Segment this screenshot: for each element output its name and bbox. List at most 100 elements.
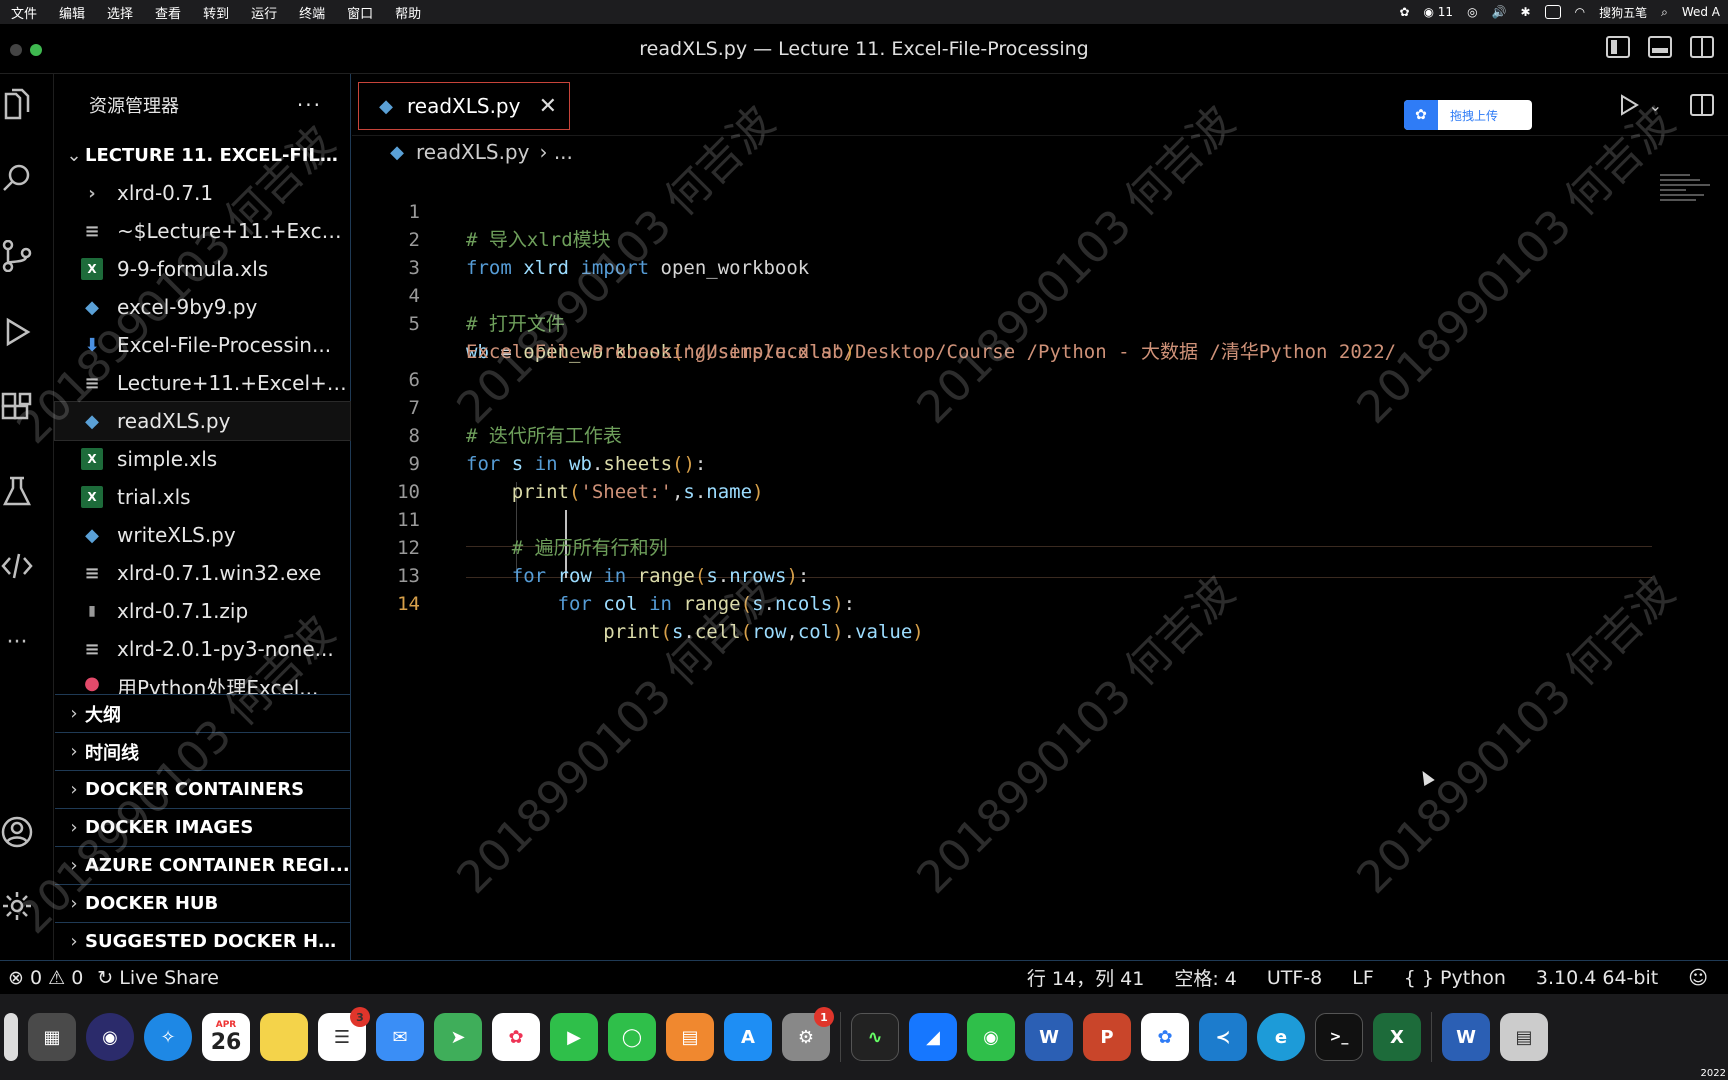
baidu-netdisk-icon[interactable]: ✿ bbox=[1399, 5, 1409, 19]
spotlight-icon[interactable]: ⌕ bbox=[1661, 5, 1668, 20]
tree-file[interactable]: ◆ writeXLS.py bbox=[55, 516, 350, 554]
menu-run[interactable]: 运行 bbox=[240, 3, 288, 22]
tree-file[interactable]: X trial.xls bbox=[55, 478, 350, 516]
run-dropdown-chevron-icon[interactable]: ⌄ bbox=[1649, 96, 1662, 115]
menu-file[interactable]: 文件 bbox=[0, 3, 48, 22]
wifi-icon[interactable]: ◠ bbox=[1575, 5, 1585, 19]
activity-monitor-icon[interactable]: ∿ bbox=[851, 1013, 899, 1061]
bluetooth-icon[interactable]: ✱ bbox=[1521, 5, 1531, 19]
excel-icon[interactable]: X bbox=[1373, 1013, 1421, 1061]
docker-containers-panel-header[interactable]: › DOCKER CONTAINERS bbox=[55, 770, 350, 808]
tree-file[interactable]: ≡ ~$Lecture+11.+Excel... bbox=[55, 212, 350, 250]
run-debug-icon[interactable] bbox=[0, 314, 34, 350]
explorer-icon[interactable] bbox=[0, 86, 34, 122]
testing-icon[interactable] bbox=[0, 474, 34, 510]
search-icon[interactable] bbox=[0, 160, 34, 196]
encoding[interactable]: UTF-8 bbox=[1267, 967, 1322, 989]
launchpad-icon[interactable]: ▦ bbox=[28, 1013, 76, 1061]
tree-file[interactable]: ≡ xlrd-0.7.1.win32.exe bbox=[55, 554, 350, 592]
more-views-icon[interactable]: ··· bbox=[0, 624, 34, 660]
wechat-dock-icon[interactable]: ◉ bbox=[967, 1013, 1015, 1061]
edge-icon[interactable]: e bbox=[1257, 1013, 1305, 1061]
tree-file[interactable]: ▮ xlrd-0.7.1.zip bbox=[55, 592, 350, 630]
suggested-docker-hub-panel-header[interactable]: › SUGGESTED DOCKER HU... bbox=[55, 922, 350, 960]
menu-selection[interactable]: 选择 bbox=[96, 3, 144, 22]
word-document-icon[interactable]: W bbox=[1442, 1013, 1490, 1061]
toggle-sidebar-icon[interactable] bbox=[1606, 36, 1630, 58]
extensions-icon[interactable] bbox=[0, 390, 34, 426]
terminal-icon[interactable]: >_ bbox=[1315, 1013, 1363, 1061]
problems-indicator[interactable]: ⊗ 0 ⚠ 0 bbox=[8, 967, 83, 989]
notes-icon[interactable] bbox=[260, 1013, 308, 1061]
outline-panel-header[interactable]: › 大纲 bbox=[55, 694, 350, 732]
system-settings-icon[interactable]: ⚙ 1 bbox=[782, 1007, 834, 1061]
maximize-window-button[interactable] bbox=[30, 44, 42, 56]
close-tab-icon[interactable]: ✕ bbox=[539, 94, 557, 119]
safari-icon[interactable]: ✧ bbox=[144, 1013, 192, 1061]
airdrop-icon[interactable]: ◎ bbox=[1467, 5, 1477, 19]
settings-gear-icon[interactable] bbox=[0, 888, 34, 924]
menu-help[interactable]: 帮助 bbox=[384, 3, 432, 22]
tree-file-selected[interactable]: ◆ readXLS.py bbox=[54, 401, 351, 441]
tree-file[interactable]: X simple.xls bbox=[55, 440, 350, 478]
workspace-folder-header[interactable]: ⌄ LECTURE 11. EXCEL-FILE... bbox=[55, 136, 350, 174]
baidu-netdisk-dock-icon[interactable]: ✿ bbox=[1141, 1013, 1189, 1061]
indentation[interactable]: 空格: 4 bbox=[1174, 964, 1237, 991]
timeline-panel-header[interactable]: › 时间线 bbox=[55, 732, 350, 770]
maps-icon[interactable]: ➤ bbox=[434, 1013, 482, 1061]
menu-terminal[interactable]: 终端 bbox=[288, 3, 336, 22]
document-thumbnail-icon[interactable]: ▤ bbox=[1500, 1013, 1548, 1061]
end-of-line[interactable]: LF bbox=[1352, 967, 1374, 989]
tree-folder[interactable]: › xlrd-0.7.1 bbox=[55, 174, 350, 212]
menu-window[interactable]: 窗口 bbox=[336, 3, 384, 22]
drag-upload-button[interactable]: ✿ 拖拽上传 bbox=[1404, 100, 1532, 130]
close-window-button[interactable] bbox=[10, 44, 22, 56]
siri-icon[interactable]: ◉ bbox=[86, 1013, 134, 1061]
docker-images-panel-header[interactable]: › DOCKER IMAGES bbox=[55, 808, 350, 846]
menu-go[interactable]: 转到 bbox=[192, 3, 240, 22]
calendar-icon[interactable]: APR 26 bbox=[202, 1013, 250, 1061]
vscode-icon[interactable]: ≺ bbox=[1199, 1013, 1247, 1061]
language-mode[interactable]: { } Python bbox=[1404, 967, 1506, 989]
word-icon[interactable]: W bbox=[1025, 1013, 1073, 1061]
toggle-secondary-sidebar-icon[interactable] bbox=[1690, 36, 1714, 58]
cursor-position[interactable]: 行 14，列 41 bbox=[1027, 964, 1144, 991]
volume-icon[interactable]: 🔊 bbox=[1492, 5, 1507, 19]
wechat-icon[interactable]: ◉ 11 bbox=[1424, 5, 1454, 19]
feedback-icon[interactable]: ☺ bbox=[1688, 967, 1708, 989]
photos-icon[interactable]: ✿ bbox=[492, 1013, 540, 1061]
live-share-button[interactable]: ↻ Live Share bbox=[97, 967, 219, 989]
clock-label[interactable]: Wed A bbox=[1682, 5, 1720, 19]
messages-icon[interactable]: ◯ bbox=[608, 1013, 656, 1061]
breadcrumb-file[interactable]: readXLS.py bbox=[416, 140, 529, 164]
source-control-icon[interactable] bbox=[0, 238, 34, 274]
mail-icon[interactable]: ✉ bbox=[376, 1013, 424, 1061]
run-python-icon[interactable] bbox=[1619, 94, 1639, 116]
docker-hub-panel-header[interactable]: › DOCKER HUB bbox=[55, 884, 350, 922]
tree-file[interactable]: ◆ excel-9by9.py bbox=[55, 288, 350, 326]
books-icon[interactable]: ▤ bbox=[666, 1013, 714, 1061]
tree-file[interactable]: ⬇ Excel-File-Processin... bbox=[55, 326, 350, 364]
tab-readxls[interactable]: ◆ readXLS.py ✕ bbox=[358, 82, 570, 130]
lark-icon[interactable]: ◢ bbox=[909, 1013, 957, 1061]
azure-registry-panel-header[interactable]: › AZURE CONTAINER REGI... bbox=[55, 846, 350, 884]
tree-file[interactable]: ≡ xlrd-2.0.1-py3-none... bbox=[55, 630, 350, 668]
powerpoint-icon[interactable]: P bbox=[1083, 1013, 1131, 1061]
menu-view[interactable]: 查看 bbox=[144, 3, 192, 22]
reminders-icon[interactable]: ☰ 3 bbox=[318, 1007, 370, 1061]
explorer-more-button[interactable]: ··· bbox=[297, 93, 322, 117]
menu-edit[interactable]: 编辑 bbox=[48, 3, 96, 22]
finder-icon[interactable] bbox=[4, 1013, 18, 1061]
facetime-icon[interactable]: ▶ bbox=[550, 1013, 598, 1061]
accounts-icon[interactable] bbox=[0, 814, 34, 850]
minimap[interactable] bbox=[1660, 174, 1720, 234]
toggle-panel-icon[interactable] bbox=[1648, 36, 1672, 58]
tree-file[interactable]: ● 用Python处理Excel... bbox=[55, 668, 350, 695]
tree-file[interactable]: X 9-9-formula.xls bbox=[55, 250, 350, 288]
input-method-label[interactable]: 搜狗五笔 bbox=[1599, 4, 1647, 21]
remote-explorer-icon[interactable] bbox=[0, 548, 34, 584]
tree-file[interactable]: ≡ Lecture+11.+Excel+F... bbox=[55, 364, 350, 402]
split-editor-icon[interactable] bbox=[1690, 94, 1714, 116]
breadcrumb-symbols[interactable]: › ... bbox=[539, 140, 572, 164]
battery-icon[interactable] bbox=[1544, 5, 1561, 19]
